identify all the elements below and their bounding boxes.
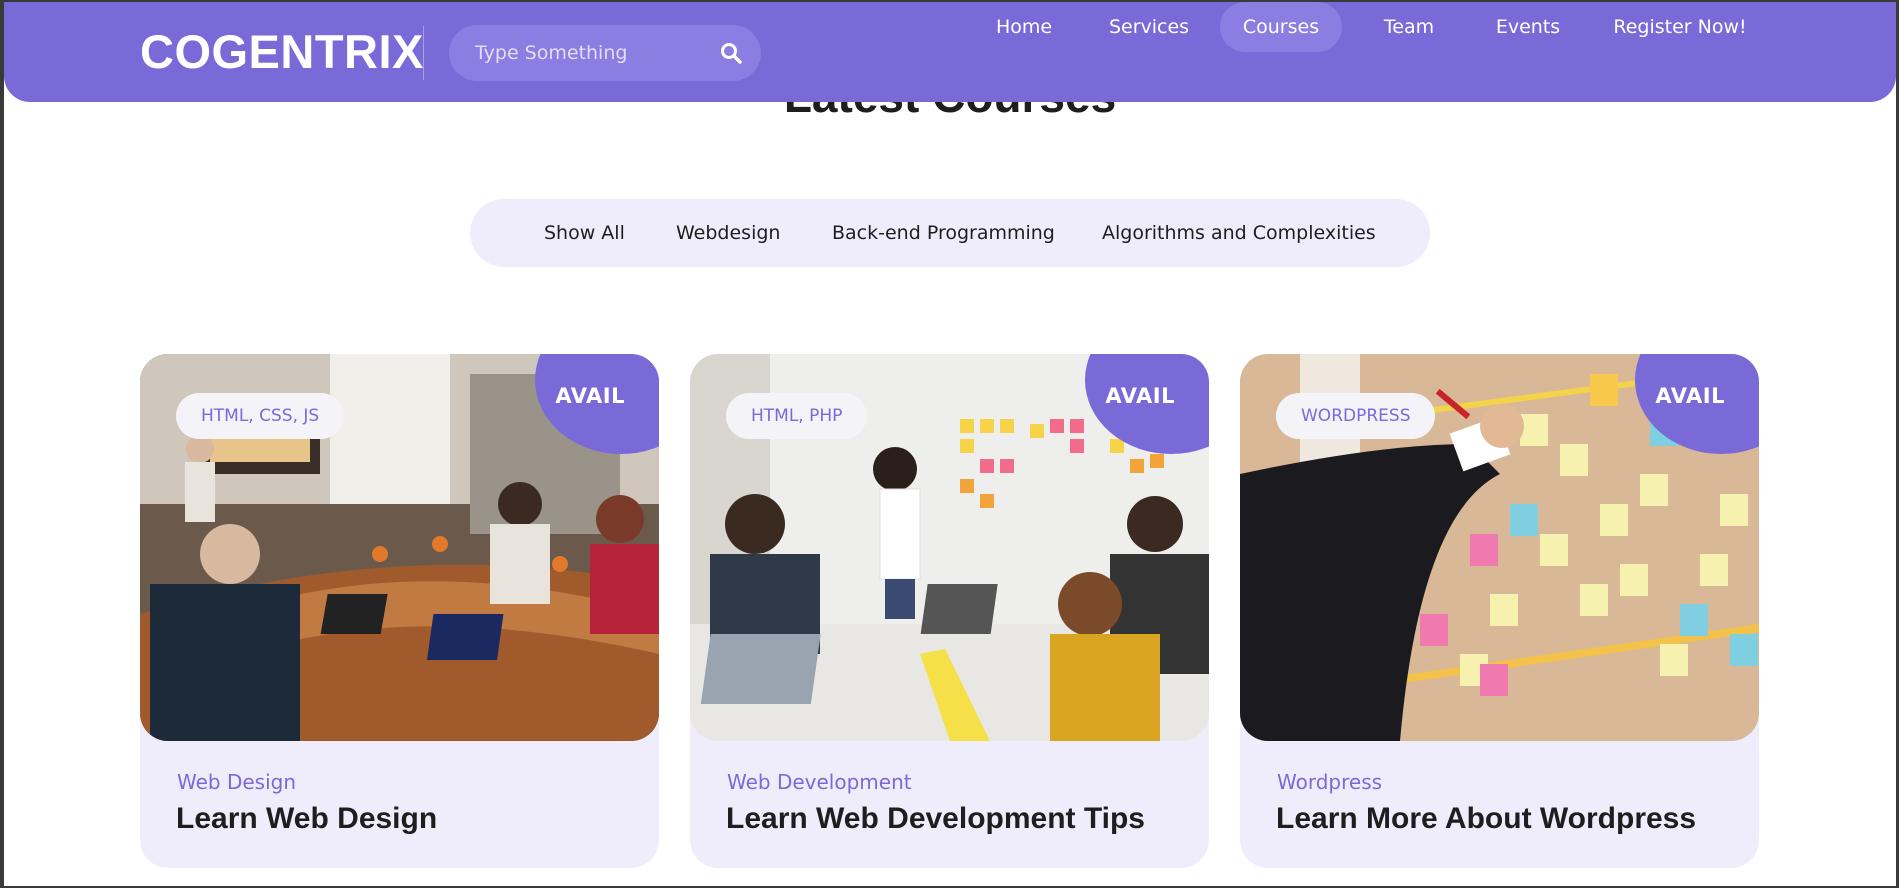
availability-label: AVAIL <box>1655 384 1725 408</box>
course-title[interactable]: Learn Web Design <box>176 802 437 836</box>
nav-home[interactable]: Home <box>974 2 1074 52</box>
search-box <box>449 25 761 81</box>
search-icon[interactable] <box>719 41 743 65</box>
course-title[interactable]: Learn Web Development Tips <box>726 802 1145 836</box>
nav-services[interactable]: Services <box>1096 2 1202 52</box>
course-card[interactable]: AVAIL HTML, CSS, JS Web Design Learn Web… <box>140 354 659 868</box>
header-divider <box>423 26 424 80</box>
course-category: Web Design <box>177 770 297 794</box>
filter-algorithms[interactable]: Algorithms and Complexities <box>1102 199 1376 267</box>
nav-events[interactable]: Events <box>1478 2 1578 52</box>
course-image[interactable]: AVAIL HTML, CSS, JS <box>140 354 659 741</box>
course-category: Wordpress <box>1277 770 1383 794</box>
course-card[interactable]: AVAIL HTML, PHP Web Development Learn We… <box>690 354 1209 868</box>
course-tag: HTML, CSS, JS <box>176 393 345 439</box>
nav-team[interactable]: Team <box>1358 2 1460 52</box>
site-header: COGENTRIX Home Services Courses Team Eve… <box>4 2 1896 102</box>
search-input[interactable] <box>449 25 709 81</box>
site-logo[interactable]: COGENTRIX <box>140 22 424 82</box>
filter-webdesign[interactable]: Webdesign <box>676 199 780 267</box>
course-image[interactable]: AVAIL HTML, PHP <box>690 354 1209 741</box>
filter-backend[interactable]: Back-end Programming <box>832 199 1055 267</box>
nav-courses[interactable]: Courses <box>1220 2 1342 52</box>
course-tag: HTML, PHP <box>726 393 868 439</box>
course-tag: WORDPRESS <box>1276 393 1436 439</box>
browser-window: Latest Courses COGENTRIX Home Services C… <box>4 2 1896 886</box>
filter-show-all[interactable]: Show All <box>544 199 625 267</box>
availability-label: AVAIL <box>1105 384 1175 408</box>
course-filter-bar: Show All Webdesign Back-end Programming … <box>470 199 1430 267</box>
course-image[interactable]: AVAIL WORDPRESS <box>1240 354 1759 741</box>
availability-label: AVAIL <box>555 384 625 408</box>
nav-register[interactable]: Register Now! <box>1600 2 1760 52</box>
course-category: Web Development <box>727 770 912 794</box>
course-title[interactable]: Learn More About Wordpress <box>1276 802 1696 836</box>
course-card[interactable]: AVAIL WORDPRESS Wordpress Learn More Abo… <box>1240 354 1759 868</box>
